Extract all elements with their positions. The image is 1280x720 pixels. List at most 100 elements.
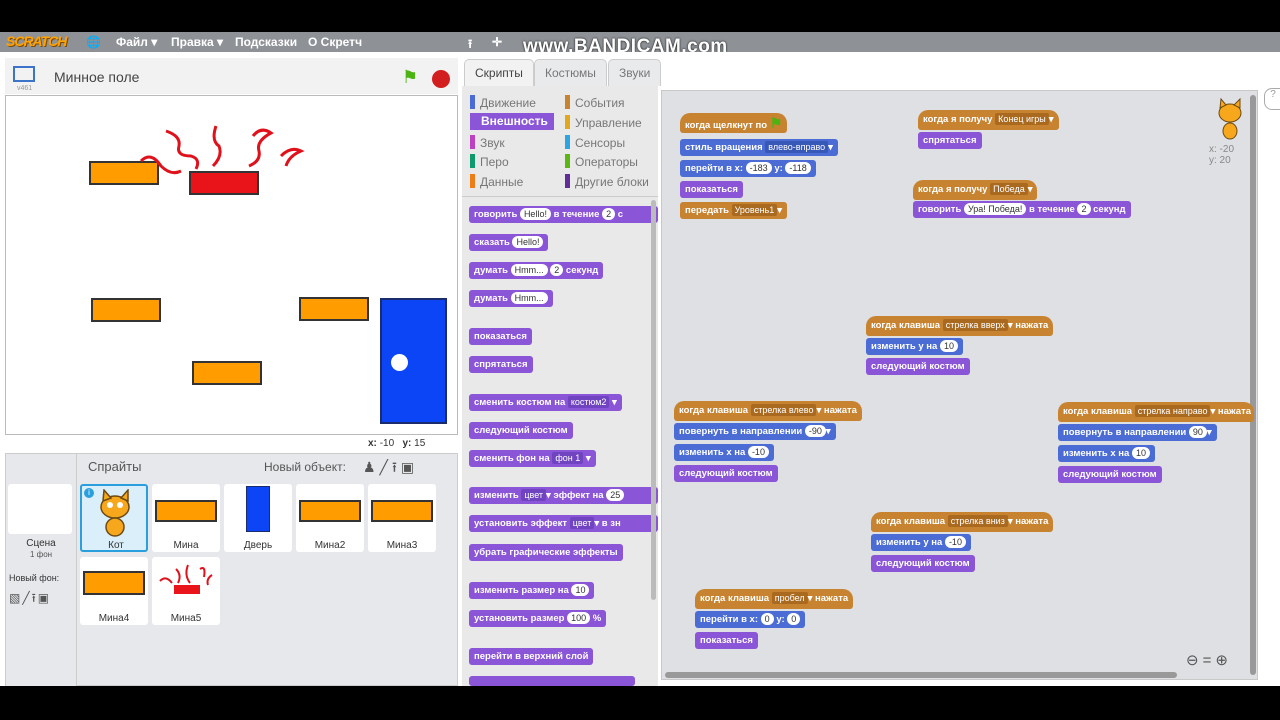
sprite-name: Мина4 [98, 613, 130, 624]
hat-when-receive-game-over[interactable]: когда я получу Конец игры ▾ [918, 110, 1059, 130]
menu-file[interactable]: Файл ▾ [116, 35, 157, 49]
block-point-direction[interactable]: повернуть в направлении 90 ▾ [1058, 424, 1217, 441]
menu-edit[interactable]: Правка ▾ [171, 35, 223, 49]
category-control[interactable]: Управление [565, 115, 642, 130]
block-switch-backdrop[interactable]: сменить фон на фон 1 ▾ [469, 450, 596, 467]
stage-bg-count: 1 фон [29, 550, 53, 559]
block-think[interactable]: думать Hmm... [469, 290, 553, 307]
menu-tips[interactable]: Подсказки [235, 35, 297, 49]
zoom-controls[interactable]: ⊖=⊕ [1186, 651, 1232, 669]
category-sensing[interactable]: Сенсоры [565, 135, 625, 150]
block-change-x[interactable]: изменить х на 10 [1058, 445, 1155, 462]
zoom-out-icon[interactable]: ⊖ [1186, 652, 1203, 669]
mine2-sprite[interactable] [91, 298, 161, 322]
block-set-size[interactable]: установить размер 100 % [469, 610, 607, 627]
category-motion[interactable]: Движение [470, 95, 536, 110]
block-next-costume[interactable]: следующий костюм [866, 358, 970, 375]
block-clear-effects[interactable]: убрать графические эффекты [469, 544, 623, 561]
sprite-thumb-cat[interactable]: i Кот [80, 484, 148, 552]
fullscreen-icon[interactable] [13, 66, 35, 82]
help-icon[interactable]: ? [1264, 88, 1280, 110]
category-looks[interactable]: Внешность [470, 113, 554, 130]
category-sound[interactable]: Звук [470, 135, 505, 150]
category-events[interactable]: События [565, 95, 625, 110]
tab-scripts[interactable]: Скрипты [464, 59, 534, 86]
sprite-thumb-mine2[interactable]: Мина2 [296, 484, 364, 552]
palette-scrollbar[interactable] [651, 200, 656, 600]
cut-icon[interactable]: ✛ [492, 35, 502, 49]
door-sprite[interactable] [380, 298, 447, 424]
new-backdrop-label: Новый фон: [9, 573, 60, 583]
globe-icon[interactable]: 🌐 [86, 35, 101, 49]
sprite-thumb-mine4[interactable]: Мина4 [80, 557, 148, 625]
mine4-sprite[interactable] [192, 361, 262, 385]
mine3-sprite[interactable] [299, 297, 369, 321]
green-flag-icon[interactable]: ⚑ [402, 67, 418, 88]
new-backdrop-icons[interactable]: ▧╱⭱▣ [9, 589, 51, 610]
menu-about[interactable]: О Скретч [308, 35, 362, 49]
sprite-name: Мина [173, 540, 199, 551]
block-go-to-xy[interactable]: перейти в x: 0 у: 0 [695, 611, 806, 628]
stage-thumbnail[interactable] [8, 484, 72, 534]
block-show[interactable]: показаться [680, 181, 743, 198]
hat-when-key-down[interactable]: когда клавиша стрелка вниз ▾ нажата [871, 512, 1054, 532]
block-show[interactable]: показаться [469, 328, 532, 345]
block-set-rotation-style[interactable]: стиль вращения влево-вправо ▾ [680, 139, 838, 156]
block-change-effect[interactable]: изменить цвет ▾ эффект на 25 [469, 487, 658, 504]
block-point-direction[interactable]: повернуть в направлении -90 ▾ [674, 423, 836, 440]
hat-when-key-right[interactable]: когда клавиша стрелка направо ▾ нажата [1058, 402, 1254, 422]
block-say[interactable]: сказать Hello! [469, 234, 549, 251]
block-say-for[interactable]: говорить Hello! в течение 2 с [469, 206, 658, 223]
block-go-to-front[interactable]: перейти в верхний слой [469, 648, 594, 665]
block-say-for[interactable]: говорить Ура! Победа! в течение 2 секунд [913, 201, 1131, 218]
hat-when-key-up[interactable]: когда клавиша стрелка вверх ▾ нажата [866, 316, 1054, 336]
block-next-costume[interactable]: следующий костюм [469, 422, 573, 439]
stage-label: Сцена [26, 538, 56, 549]
stage-canvas[interactable] [5, 95, 458, 435]
block-go-to-xy[interactable]: перейти в x: -183 y: -118 [680, 160, 816, 177]
block-next-costume[interactable]: следующий костюм [871, 555, 975, 572]
hat-when-key-space[interactable]: когда клавиша пробел ▾ нажата [695, 589, 854, 609]
block-broadcast[interactable]: передать Уровень1 ▾ [680, 202, 788, 219]
block-change-y[interactable]: изменить у на 10 [866, 338, 963, 355]
block-hide[interactable]: спрятаться [918, 132, 982, 149]
tab-costumes[interactable]: Костюмы [534, 59, 607, 86]
mine5-explosion [139, 125, 305, 175]
hat-when-receive-victory[interactable]: когда я получу Победа ▾ [913, 180, 1038, 200]
scratch-logo[interactable]: SCRATCH [6, 33, 67, 49]
mine-thumbnail [299, 500, 361, 522]
tab-sounds[interactable]: Звуки [608, 59, 662, 86]
category-more-blocks[interactable]: Другие блоки [565, 174, 649, 189]
explosion-icon [159, 564, 213, 586]
scripts-horizontal-scrollbar[interactable] [665, 672, 1177, 678]
sprite-thumb-mine[interactable]: Мина [152, 484, 220, 552]
category-data[interactable]: Данные [470, 174, 523, 189]
sprite-thumb-door[interactable]: Дверь [224, 484, 292, 552]
zoom-in-icon[interactable]: ⊕ [1215, 652, 1232, 669]
hat-when-flag-clicked[interactable]: когда щелкнут по ⚑ [680, 113, 788, 133]
block-hide[interactable]: спрятаться [469, 356, 533, 373]
block-set-effect[interactable]: установить эффект цвет ▾ в зн [469, 515, 658, 532]
block-change-size[interactable]: изменить размер на 10 [469, 582, 595, 599]
block-change-y[interactable]: изменить у на -10 [871, 534, 971, 551]
block-switch-costume[interactable]: сменить костюм на костюм2 ▾ [469, 394, 622, 411]
door-knob [391, 354, 408, 371]
block-show[interactable]: показаться [695, 632, 758, 649]
category-pen[interactable]: Перо [470, 154, 509, 169]
block-change-x[interactable]: изменить х на -10 [674, 444, 774, 461]
sprite-name: Мина5 [170, 613, 202, 624]
sprite-thumb-mine3[interactable]: Мина3 [368, 484, 436, 552]
block-next-costume[interactable]: следующий костюм [1058, 466, 1162, 483]
scripts-vertical-scrollbar[interactable] [1250, 95, 1256, 675]
zoom-reset-icon[interactable]: = [1203, 652, 1216, 669]
category-operators[interactable]: Операторы [565, 154, 638, 169]
block-next-costume[interactable]: следующий костюм [674, 465, 778, 482]
block-think-for[interactable]: думать Hmm... 2 секунд [469, 262, 604, 279]
door-thumbnail [246, 486, 270, 532]
hat-when-key-left[interactable]: когда клавиша стрелка влево ▾ нажата [674, 401, 862, 421]
sprite-thumb-mine5[interactable]: Мина5 [152, 557, 220, 625]
project-title[interactable]: Минное поле [54, 69, 139, 85]
stop-icon[interactable] [432, 70, 450, 88]
block-partial[interactable] [469, 676, 635, 686]
new-sprite-icons[interactable]: ♟╱⭱▣ [363, 457, 418, 481]
